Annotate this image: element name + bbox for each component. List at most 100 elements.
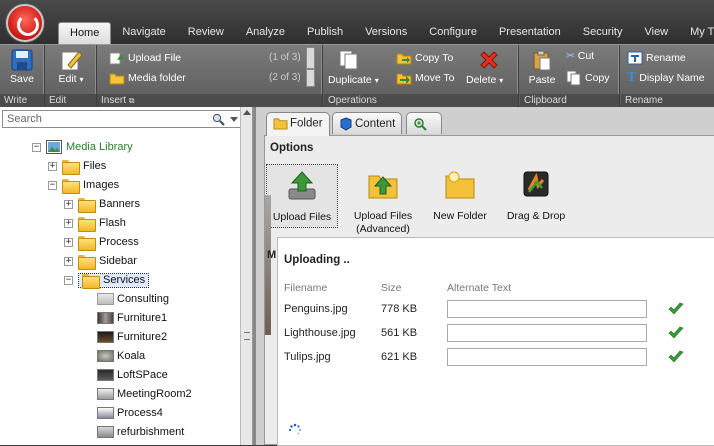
tree-item-images[interactable]: − Images bbox=[48, 176, 119, 194]
tab-presentation[interactable]: Presentation bbox=[488, 22, 572, 44]
tree-item-label: Flash bbox=[99, 217, 126, 229]
tab-navigate[interactable]: Navigate bbox=[111, 22, 176, 44]
tab-security[interactable]: Security bbox=[572, 22, 634, 44]
search-box[interactable]: Search bbox=[2, 110, 242, 128]
collapse-icon[interactable]: − bbox=[48, 180, 57, 190]
tab-folder[interactable]: Folder bbox=[266, 112, 330, 136]
tree-item-sidebar[interactable]: + Sidebar bbox=[64, 252, 137, 270]
folder-panel: Options Upload Files Upload Files (Advan… bbox=[264, 135, 714, 446]
tree-item-process[interactable]: + Process bbox=[64, 233, 139, 251]
move-to-button[interactable]: Move To bbox=[396, 70, 455, 86]
tree-item-label: Furniture2 bbox=[117, 331, 168, 343]
upload-file-label: Upload File bbox=[128, 51, 182, 64]
tab-home[interactable]: Home bbox=[58, 22, 112, 44]
tab-search[interactable] bbox=[406, 112, 442, 134]
upload-file-button[interactable]: Upload File bbox=[109, 50, 181, 66]
copy-label: Copy bbox=[585, 71, 610, 84]
media-library-icon bbox=[46, 140, 62, 154]
application-menu-button[interactable] bbox=[6, 4, 44, 42]
tab-configure[interactable]: Configure bbox=[418, 22, 488, 44]
insert-gallery-scroll-down[interactable] bbox=[306, 69, 315, 87]
tree-item-services[interactable]: − Services bbox=[64, 271, 150, 289]
tree-item-process4[interactable]: Process4 bbox=[97, 404, 163, 422]
collapse-icon[interactable]: − bbox=[64, 275, 73, 285]
move-to-icon bbox=[396, 73, 412, 85]
tab-analyze[interactable]: Analyze bbox=[235, 22, 296, 44]
tree-item-furniture1[interactable]: Furniture1 bbox=[97, 309, 167, 327]
splitter-grip-icon[interactable] bbox=[244, 332, 250, 340]
delete-button[interactable]: Delete ▾ bbox=[466, 49, 516, 86]
save-label: Save bbox=[10, 73, 34, 85]
tab-view[interactable]: View bbox=[633, 22, 679, 44]
folder-icon bbox=[62, 178, 80, 194]
tree-root-media-library[interactable]: − Media Library bbox=[32, 138, 133, 156]
edit-dropdown-arrow-icon: ▾ bbox=[79, 75, 84, 84]
cut-button[interactable]: ✂ Cut bbox=[566, 50, 594, 62]
tree-item-furniture2[interactable]: Furniture2 bbox=[97, 328, 167, 346]
tab-content[interactable]: Content bbox=[332, 112, 403, 134]
edit-button[interactable]: Edit ▾ bbox=[53, 47, 89, 85]
collapse-icon[interactable]: − bbox=[32, 142, 41, 152]
tree-item-banners[interactable]: + Banners bbox=[64, 195, 140, 213]
upload-filename: Lighthouse.jpg bbox=[284, 327, 356, 339]
drag-drop-button[interactable]: Drag & Drop bbox=[501, 164, 571, 228]
tree-scrollbar[interactable] bbox=[240, 107, 252, 445]
tree-item-refurbishment[interactable]: refurbishment bbox=[97, 423, 184, 441]
save-button[interactable]: Save bbox=[4, 47, 40, 85]
tree-item-meetingroom2[interactable]: MeetingRoom2 bbox=[97, 385, 192, 403]
expand-icon[interactable]: + bbox=[64, 256, 73, 266]
duplicate-icon bbox=[339, 50, 358, 70]
tree-item-files[interactable]: + Files bbox=[48, 157, 106, 175]
edit-group-label: Edit bbox=[45, 94, 96, 107]
tree-item-consulting[interactable]: Consulting bbox=[97, 290, 169, 308]
rename-button[interactable]: Rename bbox=[627, 50, 686, 66]
upload-filename: Tulips.jpg bbox=[284, 351, 331, 363]
insert-group-label: Insert ⧉ bbox=[97, 94, 322, 107]
expand-icon[interactable]: + bbox=[64, 218, 73, 228]
scroll-up-arrow-icon[interactable] bbox=[243, 110, 251, 115]
expand-icon[interactable]: + bbox=[64, 199, 73, 209]
copy-button[interactable]: Copy bbox=[566, 70, 610, 86]
insert-gallery-scroll[interactable] bbox=[306, 47, 315, 69]
paste-button[interactable]: Paste bbox=[526, 49, 558, 86]
new-folder-button[interactable]: New Folder bbox=[429, 164, 491, 228]
tab-versions[interactable]: Versions bbox=[354, 22, 418, 44]
upload-files-button[interactable]: Upload Files bbox=[266, 164, 338, 228]
expand-icon[interactable]: + bbox=[48, 161, 57, 171]
dialog-launcher-icon[interactable]: ⧉ bbox=[129, 96, 135, 105]
drag-drop-icon bbox=[523, 171, 549, 197]
tab-review[interactable]: Review bbox=[177, 22, 235, 44]
upload-filesize: 561 KB bbox=[381, 327, 418, 339]
image-thumbnail-icon bbox=[97, 293, 114, 305]
upload-files-advanced-button[interactable]: Upload Files (Advanced) bbox=[347, 164, 419, 235]
upload-filesize: 621 KB bbox=[381, 351, 418, 363]
expand-icon[interactable]: + bbox=[64, 237, 73, 247]
tab-content-label: Content bbox=[355, 118, 396, 131]
tab-publish[interactable]: Publish bbox=[296, 22, 354, 44]
tree-item-koala[interactable]: Koala bbox=[97, 347, 145, 365]
search-dropdown-arrow-icon[interactable] bbox=[230, 117, 238, 122]
media-folder-button[interactable]: Media folder bbox=[109, 70, 186, 86]
image-thumbnail-icon bbox=[97, 369, 114, 381]
search-input[interactable]: Search bbox=[7, 113, 42, 125]
new-folder-label: New Folder bbox=[433, 210, 487, 222]
tree-item-label: Files bbox=[83, 160, 107, 172]
display-name-button[interactable]: T Display Name bbox=[627, 70, 705, 86]
tree-item-flash[interactable]: + Flash bbox=[64, 214, 126, 232]
duplicate-label: Duplicate bbox=[328, 74, 372, 86]
content-icon bbox=[340, 117, 352, 131]
alt-text-input[interactable] bbox=[447, 324, 647, 342]
new-folder-icon bbox=[445, 171, 475, 199]
tab-my-toolbar[interactable]: My T bbox=[679, 22, 714, 44]
alt-text-input[interactable] bbox=[447, 300, 647, 318]
search-icon[interactable] bbox=[212, 113, 225, 126]
checkmark-icon bbox=[668, 302, 684, 315]
alt-text-input[interactable] bbox=[447, 348, 647, 366]
duplicate-button[interactable]: Duplicate ▾ bbox=[328, 49, 379, 86]
copy-to-button[interactable]: Copy To bbox=[396, 50, 453, 66]
ribbon-tabs: Home Navigate Review Analyze Publish Ver… bbox=[58, 22, 714, 44]
clipboard-group: Paste ✂ Cut Copy Clipboard bbox=[520, 45, 620, 107]
upload-file-icon bbox=[109, 52, 124, 65]
tree-item-loftspace[interactable]: LoftSPace bbox=[97, 366, 168, 384]
tree-item-label: MeetingRoom2 bbox=[117, 388, 192, 400]
